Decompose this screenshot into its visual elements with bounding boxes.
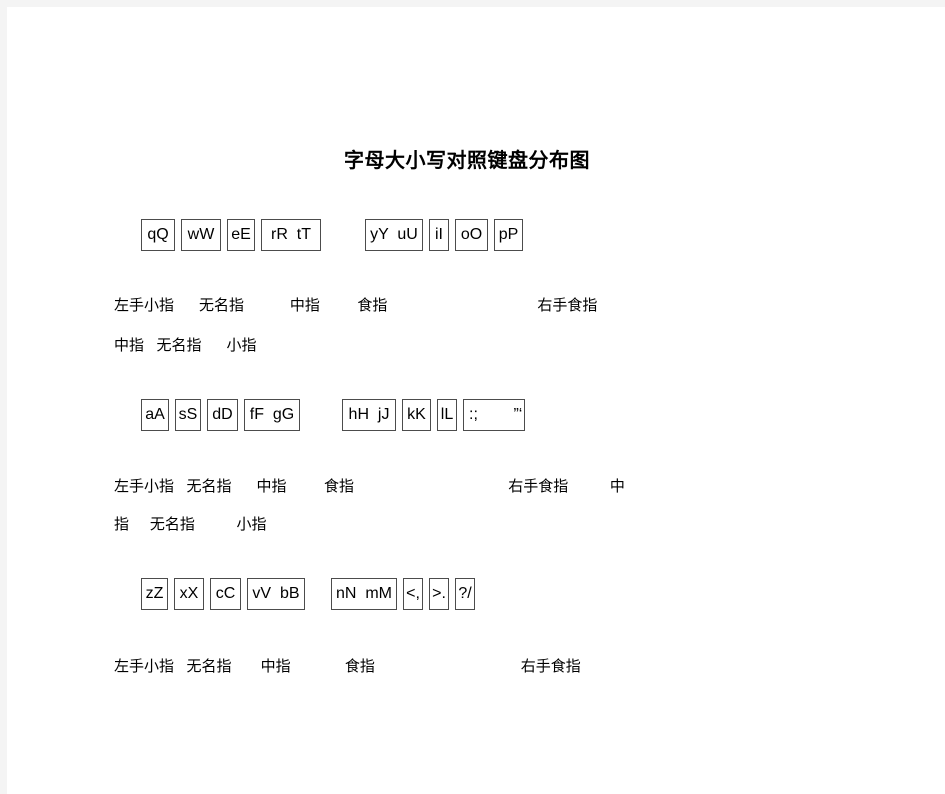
finger-labels-row3-line1: 左手小指 无名指 中指 食指 右手食指 [114,658,581,675]
key-kK[interactable]: kK [402,399,431,431]
key-nN-mM[interactable]: nN mM [331,578,397,610]
key-wW[interactable]: wW [181,219,221,251]
key-cC[interactable]: cC [210,578,241,610]
key-lL[interactable]: lL [437,399,457,431]
finger-labels-row2-line1: 左手小指 无名指 中指 食指 右手食指 中 [114,478,625,495]
key-iI[interactable]: iI [429,219,449,251]
key-eE[interactable]: eE [227,219,255,251]
key-greater-period[interactable]: >. [429,578,449,610]
key-pP[interactable]: pP [494,219,523,251]
key-question-slash[interactable]: ?/ [455,578,475,610]
key-zZ[interactable]: zZ [141,578,168,610]
key-oO[interactable]: oO [455,219,488,251]
key-less-comma[interactable]: <, [403,578,423,610]
key-rR-tT[interactable]: rR tT [261,219,321,251]
key-hH-jJ[interactable]: hH jJ [342,399,396,431]
key-yY-uU[interactable]: yY uU [365,219,423,251]
keyboard-row-home: aA sS dD fF gG hH jJ kK lL :; ”‘ [141,399,525,431]
key-xX[interactable]: xX [174,578,204,610]
key-qQ[interactable]: qQ [141,219,175,251]
finger-labels-row1-line2: 中指 无名指 小指 [114,337,257,354]
document-page: 字母大小写对照键盘分布图 qQ wW eE rR tT yY uU iI oO … [7,7,945,794]
key-vV-bB[interactable]: vV bB [247,578,305,610]
finger-labels-row1-line1: 左手小指 无名指 中指 食指 右手食指 [114,297,598,314]
key-semicolon-quote[interactable]: :; ”‘ [463,399,525,431]
key-aA[interactable]: aA [141,399,169,431]
keyboard-row-top: qQ wW eE rR tT yY uU iI oO pP [141,219,523,251]
keyboard-row-bottom: zZ xX cC vV bB nN mM <, >. ?/ [141,578,475,610]
key-dD[interactable]: dD [207,399,238,431]
page-title: 字母大小写对照键盘分布图 [344,150,590,172]
key-fF-gG[interactable]: fF gG [244,399,300,431]
finger-labels-row2-line2: 指 无名指 小指 [114,516,267,533]
key-sS[interactable]: sS [175,399,201,431]
